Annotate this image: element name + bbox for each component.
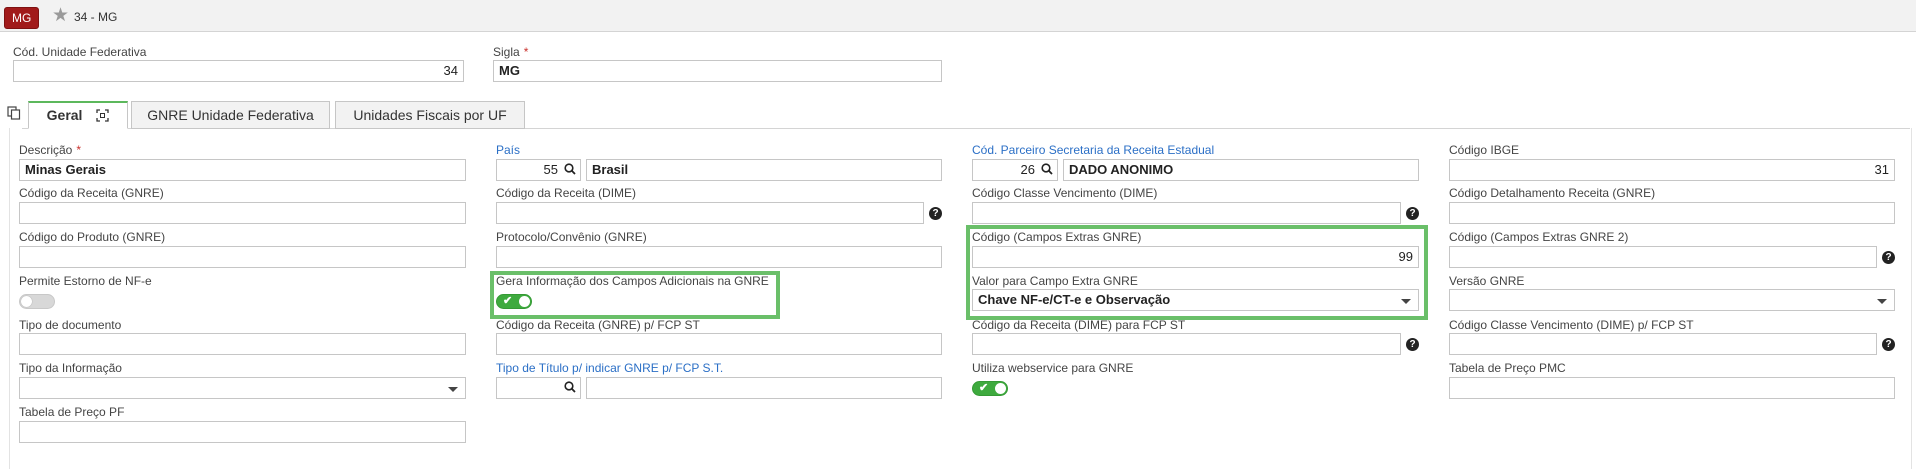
record-title: 34 - MG: [74, 10, 118, 24]
tipo-informacao-select[interactable]: [19, 377, 466, 399]
tipo-titulo-name-input[interactable]: [586, 377, 942, 399]
cod-classe-venc-dime-label: Código Classe Vencimento (DIME): [972, 186, 1158, 200]
tabela-pf-label: Tabela de Preço PF: [19, 405, 125, 419]
tipo-titulo-label[interactable]: Tipo de Título p/ indicar GNRE p/ FCP S.…: [496, 361, 723, 375]
cod-detalhamento-gnre-input[interactable]: [1449, 202, 1895, 224]
protocolo-convenio-input[interactable]: [496, 246, 942, 268]
cod-campos-extras2-label: Código (Campos Extras GNRE 2): [1449, 230, 1629, 244]
cod-parceiro-name-input[interactable]: DADO ANONIMO: [1063, 159, 1419, 181]
tabela-pmc-input[interactable]: [1449, 377, 1895, 399]
help-icon[interactable]: ?: [1406, 207, 1419, 220]
cod-produto-gnre-label: Código do Produto (GNRE): [19, 230, 166, 244]
cod-receita-gnre-fcp-input[interactable]: [496, 333, 942, 355]
sigla-input[interactable]: MG: [493, 60, 942, 82]
cod-receita-gnre-label: Código da Receita (GNRE): [19, 186, 164, 200]
utiliza-webservice-label: Utiliza webservice para GNRE: [972, 361, 1134, 375]
tipo-titulo-code-input[interactable]: [496, 377, 581, 399]
cod-classe-venc-dime-input[interactable]: [972, 202, 1401, 224]
help-icon[interactable]: ?: [1406, 338, 1419, 351]
versao-gnre-select[interactable]: [1449, 289, 1895, 311]
check-icon: ✔: [979, 382, 989, 394]
tab-geral[interactable]: Geral: [28, 101, 128, 129]
permite-estorno-label: Permite Estorno de NF-e: [19, 274, 152, 288]
cod-uf-label: Cód. Unidade Federativa: [13, 45, 147, 59]
favorite-star-icon[interactable]: ★: [52, 5, 69, 27]
tab-unidades-fiscais[interactable]: Unidades Fiscais por UF: [335, 101, 525, 129]
expand-icon[interactable]: [96, 109, 109, 122]
toggle-knob: [995, 383, 1006, 394]
tipo-documento-label: Tipo de documento: [19, 318, 122, 332]
chevron-down-icon: [1877, 299, 1887, 304]
help-icon[interactable]: ?: [929, 207, 942, 220]
pais-name-input[interactable]: Brasil: [586, 159, 942, 181]
cod-receita-dime-fcp-label: Código da Receita (DIME) para FCP ST: [972, 318, 1186, 332]
help-icon[interactable]: ?: [1882, 338, 1895, 351]
tabela-pf-input[interactable]: [19, 421, 466, 443]
cod-detalhamento-gnre-label: Código Detalhamento Receita (GNRE): [1449, 186, 1656, 200]
cod-classe-venc-dime-fcp-label: Código Classe Vencimento (DIME) p/ FCP S…: [1449, 318, 1694, 332]
highlight-box-campos-extras: [966, 225, 1428, 320]
top-bar: MG ★ 34 - MG: [0, 0, 1916, 32]
descricao-label: Descrição *: [19, 143, 82, 157]
cod-receita-dime-label: Código da Receita (DIME): [496, 186, 637, 200]
tab-gnre-unidade-federativa[interactable]: GNRE Unidade Federativa: [131, 101, 330, 129]
uf-badge: MG: [4, 7, 40, 29]
cod-receita-gnre-fcp-label: Código da Receita (GNRE) p/ FCP ST: [496, 318, 700, 332]
codigo-ibge-input[interactable]: 31: [1449, 159, 1895, 181]
chevron-down-icon: [448, 387, 458, 392]
copy-icon[interactable]: [7, 106, 21, 120]
pais-search-icon[interactable]: [564, 163, 576, 175]
tab-geral-label: Geral: [46, 107, 83, 123]
cod-receita-gnre-input[interactable]: [19, 202, 466, 224]
protocolo-convenio-label: Protocolo/Convênio (GNRE): [496, 230, 647, 244]
cod-campos-extras2-input[interactable]: [1449, 246, 1877, 268]
tabela-pmc-label: Tabela de Preço PMC: [1449, 361, 1566, 375]
pais-code-value: 55: [543, 162, 558, 177]
cod-parceiro-search-icon[interactable]: [1041, 163, 1053, 175]
help-icon[interactable]: ?: [1882, 251, 1895, 264]
tipo-informacao-label: Tipo da Informação: [19, 361, 122, 375]
cod-parceiro-label[interactable]: Cód. Parceiro Secretaria da Receita Esta…: [972, 143, 1214, 157]
versao-gnre-label: Versão GNRE: [1449, 274, 1525, 288]
codigo-ibge-label: Código IBGE: [1449, 143, 1520, 157]
cod-receita-dime-input[interactable]: [496, 202, 924, 224]
pais-code-input[interactable]: 55: [496, 159, 581, 181]
toggle-knob: [21, 296, 32, 307]
tipo-titulo-search-icon[interactable]: [564, 381, 576, 393]
tipo-documento-input[interactable]: [19, 333, 466, 355]
descricao-input[interactable]: Minas Gerais: [19, 159, 466, 181]
cod-produto-gnre-input[interactable]: [19, 246, 466, 268]
cod-parceiro-code-input[interactable]: 26: [972, 159, 1058, 181]
cod-parceiro-code-value: 26: [1020, 162, 1035, 177]
cod-uf-input[interactable]: 34: [13, 60, 464, 82]
highlight-box-gera-info: [490, 271, 780, 319]
cod-classe-venc-dime-fcp-input[interactable]: [1449, 333, 1877, 355]
cod-receita-dime-fcp-input[interactable]: [972, 333, 1401, 355]
permite-estorno-toggle[interactable]: [19, 294, 55, 309]
sigla-label: Sigla *: [493, 45, 529, 59]
pais-label[interactable]: País: [496, 143, 520, 157]
utiliza-webservice-toggle[interactable]: ✔: [972, 381, 1008, 396]
